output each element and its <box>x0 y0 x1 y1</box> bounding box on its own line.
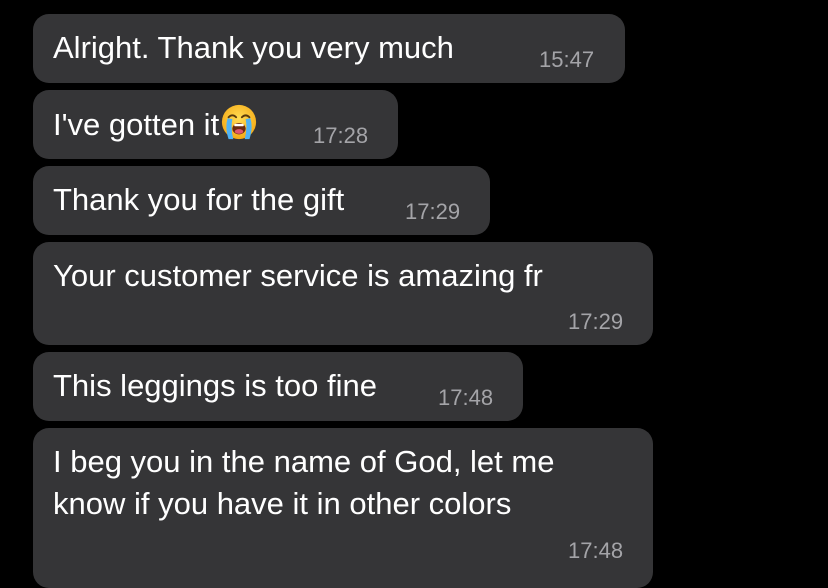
message-bubble[interactable]: Thank you for the gift 17:29 <box>33 166 490 235</box>
message-text: Thank you for the gift <box>53 182 345 217</box>
message-timestamp: 17:48 <box>438 385 494 410</box>
message-text: I've gotten it <box>53 103 258 146</box>
message-timestamp: 17:29 <box>568 309 624 334</box>
message-text: Your customer service is amazing fr <box>53 258 543 293</box>
message-bubble[interactable]: I've gotten it 17:28 <box>33 90 398 159</box>
message-text: Alright. Thank you very much <box>53 30 454 65</box>
message-bubble[interactable]: Alright. Thank you very much 15:47 <box>33 14 625 83</box>
message-bubble[interactable]: I beg you in the name of God, let me kno… <box>33 428 653 588</box>
message-text: This leggings is too fine <box>53 368 377 403</box>
message-timestamp: 17:29 <box>405 199 461 224</box>
message-timestamp: 17:48 <box>568 538 624 563</box>
loudly-crying-face-icon <box>220 103 258 141</box>
message-timestamp: 15:47 <box>539 47 595 72</box>
message-text-content: I've gotten it <box>53 107 220 142</box>
message-text-line: know if you have it in other colors <box>53 486 512 521</box>
message-bubble[interactable]: This leggings is too fine 17:48 <box>33 352 523 421</box>
message-timestamp: 17:28 <box>313 123 369 148</box>
message-bubble[interactable]: Your customer service is amazing fr 17:2… <box>33 242 653 345</box>
message-text-line: I beg you in the name of God, let me <box>53 444 555 479</box>
